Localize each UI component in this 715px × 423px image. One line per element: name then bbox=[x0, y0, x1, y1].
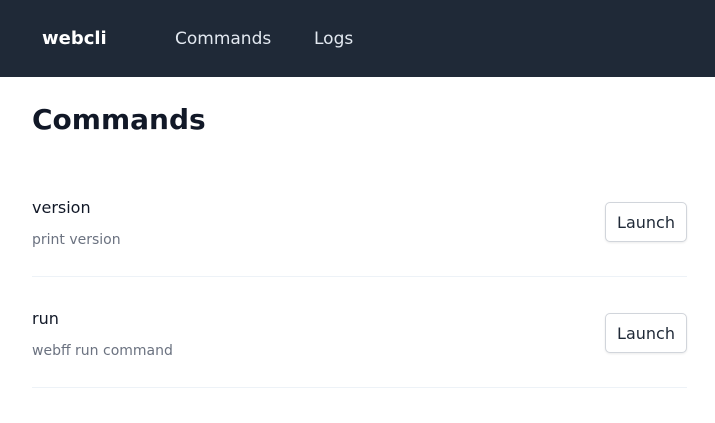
command-list: version print version Launch run webff r… bbox=[32, 166, 687, 388]
brand-logo[interactable]: webcli bbox=[42, 27, 107, 51]
launch-button-version[interactable]: Launch bbox=[605, 202, 687, 242]
launch-button-run[interactable]: Launch bbox=[605, 313, 687, 353]
nav-link-commands[interactable]: Commands bbox=[175, 28, 271, 50]
nav-link-logs[interactable]: Logs bbox=[314, 28, 353, 50]
command-description: webff run command bbox=[32, 343, 173, 359]
command-row-run: run webff run command Launch bbox=[32, 277, 687, 388]
command-name: run bbox=[32, 309, 59, 328]
command-name: version bbox=[32, 198, 91, 217]
top-navbar: webcli Commands Logs bbox=[0, 0, 715, 77]
page-title: Commands bbox=[32, 103, 206, 136]
command-row-version: version print version Launch bbox=[32, 166, 687, 277]
command-description: print version bbox=[32, 232, 121, 248]
